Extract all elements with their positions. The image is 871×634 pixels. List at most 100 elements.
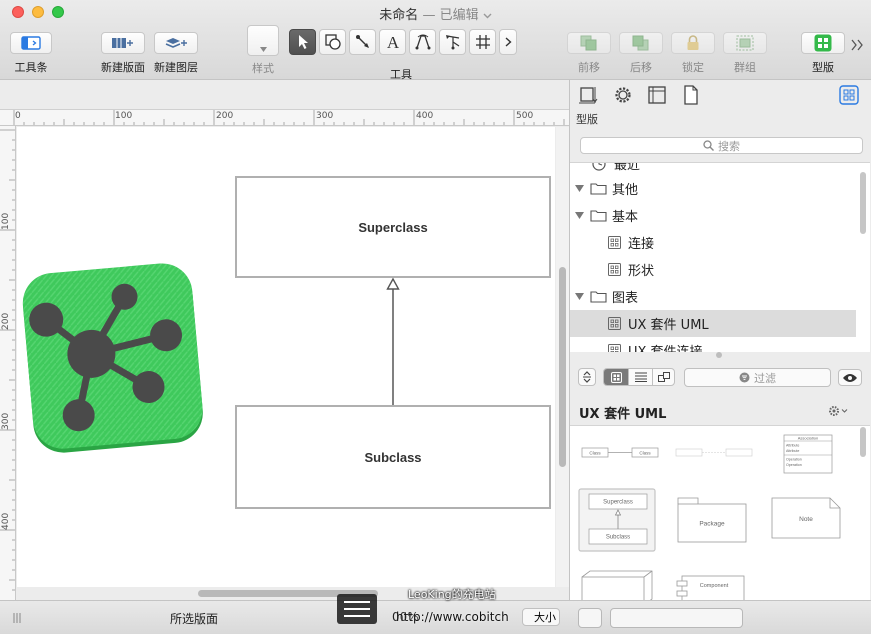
disclosure-triangle-icon[interactable] [575,211,584,220]
preview-toggle-button[interactable] [838,369,862,386]
tree-item-other[interactable]: 其他 [570,175,856,202]
ruler-label: 200 [1,312,11,330]
pen-icon [415,34,430,50]
tree-item-ux-kit-connections[interactable]: UX 套件连接 [570,337,856,352]
tree-item-diagrams[interactable]: 图表 [570,283,856,310]
bring-forward-icon [580,35,597,51]
app-logo-icon [22,263,203,453]
send-backward-icon [632,35,649,51]
subclass-text: Subclass [364,449,422,465]
document-layout-icon[interactable] [647,85,667,105]
new-layer-icon [165,38,187,48]
tree-item-connections[interactable]: 连接 [570,229,856,256]
gear-icon[interactable] [828,405,850,417]
sidebar-title: 型版 [576,113,598,126]
tree-item-label: 最近 [614,162,641,173]
new-canvas-item: 新建版面 [101,32,145,75]
stencil-inheritance[interactable]: Superclass Subclass [578,488,656,552]
tree-item-label: UX 套件连接 [628,341,703,352]
style-button[interactable] [247,25,279,56]
canvas-size-icon[interactable] [578,85,598,105]
stencil-search-input[interactable]: 搜索 [580,137,863,154]
inheritance-connector[interactable] [383,277,403,407]
stencil-icon [608,236,621,249]
text-icon: A [386,33,399,51]
library-menu-button[interactable] [578,368,596,386]
stencil-library-grid: Class Class Association Attribute Attrib… [570,425,870,600]
tree-item-shapes[interactable]: 形状 [570,256,856,283]
shape-tool[interactable] [319,29,346,55]
ruler-label: 500 [516,111,534,121]
tree-item-ux-kit-uml[interactable]: UX 套件 UML [570,310,856,337]
pointer-tool[interactable] [289,29,316,55]
document-icon[interactable] [683,85,699,105]
stencil-grid-icon[interactable] [839,85,859,105]
send-backward-button[interactable] [619,32,663,54]
folder-icon [590,183,607,195]
window-title[interactable]: 未命名 — 已编辑 [0,4,871,23]
omnigraffle-window: 未命名 — 已编辑 工具条 新建版面 新建图层 样式 A 工具 前移 后移 锁定… [0,0,871,634]
disclosure-triangle-icon[interactable] [575,184,584,193]
stencil-note-text: Note [799,516,813,523]
library-scrollbar[interactable] [860,427,866,457]
grid-view-button[interactable] [604,369,628,385]
lock-label: 锁定 [682,61,704,74]
watermark-logo-icon [337,594,377,624]
stencil-subclass-text: Subclass [606,535,630,541]
canvas-vertical-scrollbar[interactable] [556,127,569,587]
stencil-package[interactable]: Package [676,496,748,544]
stencil-node[interactable] [580,569,654,600]
tool-group: A [289,29,517,55]
gear-icon[interactable] [613,85,633,105]
vertical-ruler[interactable]: 100 200 300 400 [0,126,16,600]
text-tool[interactable]: A [379,29,406,55]
stencil-assoc-row: Attribute [786,449,799,453]
sidebar-action-button[interactable] [578,608,602,628]
group-button[interactable] [723,32,767,54]
toolbar-overflow-button[interactable] [851,36,864,55]
stepper-icon [583,371,591,383]
tree-scrollbar[interactable] [860,172,866,234]
more-tools-button[interactable] [499,29,517,55]
ruler-label: 300 [1,412,11,430]
new-layer-button[interactable] [154,32,198,54]
line-tool[interactable] [349,29,376,55]
titlebar: 未命名 — 已编辑 工具条 新建版面 新建图层 样式 A 工具 前移 后移 锁定… [0,0,871,81]
scrollbar-thumb[interactable] [559,267,566,467]
stencil-note[interactable]: Note [770,496,842,540]
stencil-association-class[interactable]: Association Attribute Attribute Operatio… [780,431,836,475]
stencils-button[interactable] [801,32,845,54]
toolbar-toggle-button[interactable] [10,32,52,54]
split-divider-handle[interactable] [716,352,722,358]
subclass-shape[interactable]: Subclass [235,405,551,509]
diagram-tool[interactable] [439,29,466,55]
filter-placeholder: 过滤 [754,371,776,385]
stencils-icon [814,34,832,52]
watermark: LeoKing的充电站 http://www.cobitch [336,586,566,630]
stencil-component[interactable]: Component [674,574,748,600]
clock-icon [592,163,606,171]
view-mode-segment [603,368,675,386]
new-canvas-icon [112,38,133,48]
disclosure-triangle-icon[interactable] [575,292,584,301]
stencil-dashed-association[interactable] [674,436,754,472]
stencil-filter-input[interactable]: 过滤 [684,368,831,387]
pen-tool[interactable] [409,29,436,55]
outline-view-icon [657,371,670,382]
resize-grip-icon[interactable] [12,613,22,623]
horizontal-ruler[interactable]: 0 100 200 300 400 500 [0,110,569,126]
outline-view-button[interactable] [652,369,674,385]
ruler-label: 300 [316,111,334,121]
group-icon [736,35,754,51]
list-view-button[interactable] [628,369,652,385]
line-icon [355,35,369,48]
bring-forward-button[interactable] [567,32,611,54]
superclass-shape[interactable]: Superclass [235,176,551,278]
new-canvas-button[interactable] [101,32,145,54]
sidebar-status-field[interactable] [610,608,743,628]
grid-tool[interactable] [469,29,496,55]
ruler-label: 100 [1,212,11,230]
lock-button[interactable] [671,32,715,54]
tree-item-basic[interactable]: 基本 [570,202,856,229]
stencil-class-association[interactable]: Class Class [580,436,660,472]
